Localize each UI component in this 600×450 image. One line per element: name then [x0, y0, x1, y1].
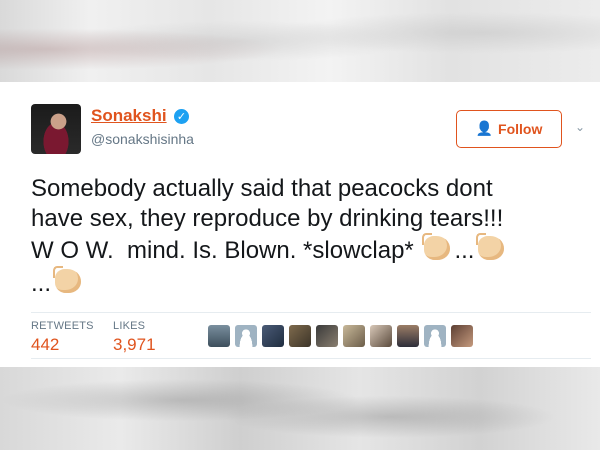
clapping-hands-icon: [51, 265, 85, 296]
liker-avatar[interactable]: [424, 325, 446, 347]
retweets-label: RETWEETS: [31, 320, 94, 332]
chevron-down-icon[interactable]: ⌄: [575, 120, 585, 134]
tweet-line-1: Somebody actually said that peacocks don…: [31, 175, 493, 202]
divider: [31, 358, 591, 359]
follow-button-label: Follow: [498, 121, 543, 137]
retweets-count[interactable]: 442: [31, 335, 59, 355]
display-name[interactable]: Sonakshi: [91, 106, 167, 126]
liker-avatars: [208, 325, 473, 347]
tweet-text: Somebody actually said that peacocks don…: [31, 174, 596, 298]
liker-avatar[interactable]: [316, 325, 338, 347]
divider: [31, 312, 591, 313]
tweet-card: Sonakshi ✓ @sonakshisinha 👤 Follow ⌄ Som…: [0, 82, 600, 367]
avatar[interactable]: [31, 104, 81, 154]
tweet-line-3: W O W. mind. Is. Blown. *slowclap*: [31, 237, 421, 264]
blurred-background-bottom: [0, 367, 600, 450]
liker-avatar[interactable]: [370, 325, 392, 347]
tweet-line-4: ...: [31, 269, 52, 297]
tweet-line-2: have sex, they reproduce by drinking tea…: [31, 204, 504, 232]
liker-avatar[interactable]: [397, 325, 419, 347]
liker-avatar[interactable]: [343, 325, 365, 347]
clapping-hands-icon: [474, 233, 508, 263]
liker-avatar[interactable]: [262, 325, 284, 347]
likes-count[interactable]: 3,971: [113, 335, 156, 355]
liker-avatar[interactable]: [235, 325, 257, 347]
likes-label: LIKES: [113, 320, 146, 332]
liker-avatar[interactable]: [289, 325, 311, 347]
blurred-background-top: [0, 0, 600, 82]
add-user-icon: 👤: [475, 121, 494, 137]
liker-avatar[interactable]: [208, 325, 230, 347]
user-handle[interactable]: @sonakshisinha: [91, 131, 194, 147]
follow-button[interactable]: 👤 Follow: [456, 110, 562, 148]
clapping-hands-icon: [420, 233, 454, 263]
liker-avatar[interactable]: [451, 325, 473, 347]
verified-badge-icon: ✓: [174, 109, 189, 124]
tweet-ellipsis: ...: [454, 237, 475, 264]
